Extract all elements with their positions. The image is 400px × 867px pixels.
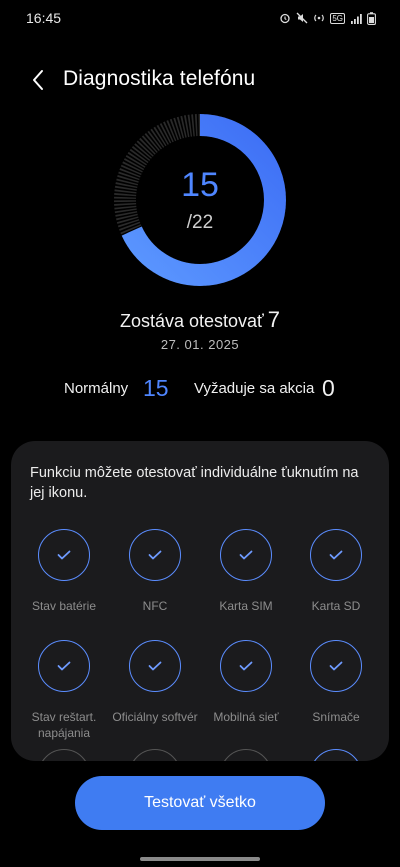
- back-arrow-icon: [33, 70, 43, 90]
- test-tile-battery[interactable]: Stav batérie: [19, 529, 109, 614]
- test-status-circle: [129, 749, 181, 761]
- test-status-circle: [129, 640, 181, 692]
- alarm-icon: [279, 12, 291, 24]
- result-summary: Normálny 15 Vyžaduje sa akcia 0: [0, 374, 400, 404]
- normal-label: Normálny: [64, 380, 129, 397]
- normal-count: 15: [143, 375, 169, 401]
- status-icons: 5G: [279, 11, 376, 25]
- test-tile-label: Karta SIM: [219, 599, 273, 613]
- test-tile-label: Stav batérie: [31, 599, 97, 613]
- back-button[interactable]: [24, 66, 52, 94]
- check-icon: [57, 550, 71, 560]
- test-status-circle: [38, 529, 90, 581]
- test-status-circle: [220, 529, 272, 581]
- test-tile-label: Mobilná sieť: [213, 710, 279, 724]
- test-tile-next-row[interactable]: [110, 749, 200, 761]
- battery-icon: [367, 11, 376, 25]
- test-status-circle: [38, 749, 90, 761]
- signal-icon: [350, 13, 362, 24]
- network-5g-badge: 5G: [330, 12, 345, 24]
- total-count: /22: [186, 212, 214, 233]
- panel-hint: Funkciu môžete otestovať individuálne ťu…: [30, 465, 359, 501]
- test-status-circle: [38, 640, 90, 692]
- tested-count: 15: [181, 166, 219, 204]
- test-status-circle: [220, 640, 272, 692]
- mute-icon: [296, 12, 308, 24]
- test-tile-sim-card[interactable]: Karta SIM: [201, 529, 291, 614]
- test-tile-label: Karta SD: [311, 599, 361, 613]
- test-date: 27. 01. 2025: [160, 337, 240, 352]
- progress-ring: 15 /22: [114, 114, 286, 286]
- test-tile-label: Stav reštart. napájania: [31, 710, 97, 740]
- tests-panel: Funkciu môžete otestovať individuálne ťu…: [11, 441, 389, 761]
- status-bar: 16:45 5G: [0, 0, 400, 36]
- test-tile-restart-power[interactable]: Stav reštart. napájania: [19, 640, 109, 741]
- test-status-circle: [310, 529, 362, 581]
- test-all-button[interactable]: Testovať všetko: [75, 776, 325, 830]
- test-tile-sensors[interactable]: Snímače: [291, 640, 381, 725]
- page-title: Diagnostika telefónu: [63, 67, 256, 90]
- test-tile-label: Oficiálny softvér: [112, 710, 198, 724]
- test-tile-next-row[interactable]: [291, 749, 381, 761]
- action-required-count: 0: [322, 375, 335, 401]
- action-required-label: Vyžaduje sa akcia: [194, 380, 315, 397]
- test-status-circle: [129, 529, 181, 581]
- test-tile-label: NFC: [142, 599, 168, 613]
- check-icon: [329, 661, 343, 671]
- test-status-circle: [310, 749, 362, 761]
- remaining-text: Zostáva otestovať 7: [0, 307, 400, 333]
- status-time: 16:45: [26, 10, 62, 26]
- test-tile-sd-card[interactable]: Karta SD: [291, 529, 381, 614]
- remaining-label: Zostáva otestovať: [119, 311, 264, 331]
- test-tile-mobile-network[interactable]: Mobilná sieť: [201, 640, 291, 725]
- check-icon: [148, 661, 162, 671]
- hotspot-icon: [313, 12, 325, 24]
- check-icon: [239, 550, 253, 560]
- test-tile-next-row[interactable]: [19, 749, 109, 761]
- remaining-count: 7: [267, 307, 281, 332]
- test-tile-next-row[interactable]: [201, 749, 291, 761]
- test-tile-label: Snímače: [312, 710, 360, 724]
- check-icon: [57, 661, 71, 671]
- test-status-circle: [220, 749, 272, 761]
- test-status-circle: [310, 640, 362, 692]
- test-tile-official-software[interactable]: Oficiálny softvér: [110, 640, 200, 725]
- check-icon: [148, 550, 162, 560]
- check-icon: [239, 661, 253, 671]
- header: Diagnostika telefónu: [0, 60, 400, 100]
- check-icon: [329, 550, 343, 560]
- test-tile-nfc[interactable]: NFC: [110, 529, 200, 614]
- home-indicator[interactable]: [140, 857, 260, 861]
